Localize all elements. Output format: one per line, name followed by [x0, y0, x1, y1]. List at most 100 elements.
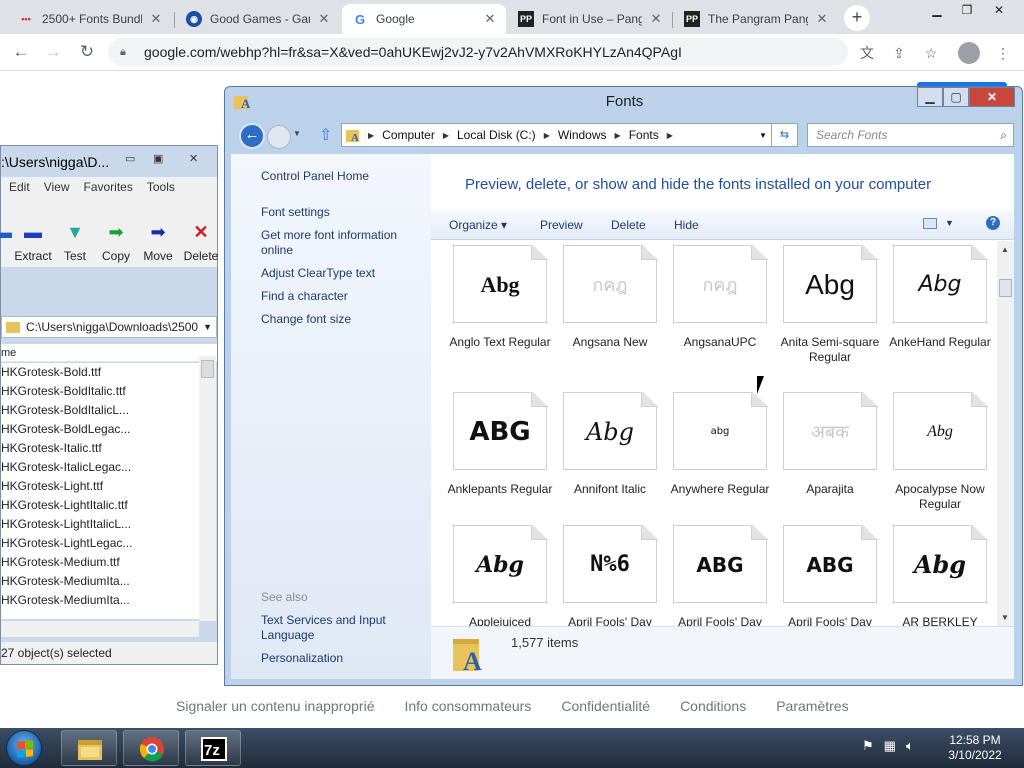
- footer-link-terms[interactable]: Conditions: [680, 698, 746, 714]
- scroll-up-icon[interactable]: ▲: [1001, 245, 1009, 254]
- forward-arrow-icon[interactable]: [267, 125, 291, 149]
- profile-avatar[interactable]: [958, 42, 980, 64]
- font-tile[interactable]: abg Anywhere Regular: [665, 392, 775, 532]
- font-tile[interactable]: N%6 April Fools' Day: [555, 525, 665, 626]
- close-tab-icon[interactable]: ✕: [814, 11, 830, 27]
- list-item[interactable]: HKGrotesk-BoldLegac...: [1, 420, 199, 439]
- link-text-services[interactable]: Text Services and Input Language: [261, 613, 421, 643]
- font-tile[interactable]: ABG Anklepants Regular: [445, 392, 555, 532]
- font-tile[interactable]: Abg Annifont Italic: [555, 392, 665, 532]
- close-tab-icon[interactable]: ✕: [316, 11, 332, 27]
- font-tile[interactable]: Abg Anita Semi-square Regular: [775, 245, 885, 385]
- chevron-down-icon[interactable]: ▼: [293, 129, 301, 138]
- link-control-panel-home[interactable]: Control Panel Home: [261, 169, 421, 184]
- close-tab-icon[interactable]: ✕: [148, 11, 164, 27]
- share-icon[interactable]: ⇪: [888, 42, 910, 64]
- change-view-icon[interactable]: [923, 218, 937, 229]
- list-item[interactable]: HKGrotesk-MediumIta...: [1, 591, 199, 610]
- organize-button[interactable]: Organize ▾: [449, 218, 507, 232]
- font-tile[interactable]: กคฎ Angsana New: [555, 245, 665, 385]
- breadcrumb-separator[interactable]: ▶: [615, 131, 621, 140]
- list-item[interactable]: HKGrotesk-MediumIta...: [1, 572, 199, 591]
- link-font-settings[interactable]: Font settings: [261, 205, 421, 220]
- list-item[interactable]: HKGrotesk-LightLegac...: [1, 534, 199, 553]
- tab-font-in-use[interactable]: PP Font in Use – Pang ✕: [508, 4, 672, 34]
- breadcrumb-fonts[interactable]: Fonts: [629, 128, 659, 142]
- footer-link-consumer-info[interactable]: Info consommateurs: [404, 698, 531, 714]
- menu-tools[interactable]: Tools: [147, 180, 175, 194]
- list-item[interactable]: HKGrotesk-ItalicLegac...: [1, 458, 199, 477]
- vertical-scrollbar[interactable]: [199, 356, 216, 621]
- list-item[interactable]: HKGrotesk-LightItalic.ttf: [1, 496, 199, 515]
- restore-icon[interactable]: ❐: [952, 0, 982, 20]
- link-cleartype[interactable]: Adjust ClearType text: [261, 266, 421, 281]
- link-personalization[interactable]: Personalization: [261, 651, 421, 666]
- font-tile[interactable]: Abg Apocalypse Now Regular: [885, 392, 995, 532]
- list-item[interactable]: HKGrotesk-Medium.ttf: [1, 553, 199, 572]
- minimize-icon[interactable]: ▁: [922, 0, 952, 20]
- list-item[interactable]: HKGrotesk-BoldItalic.ttf: [1, 382, 199, 401]
- extract-button[interactable]: ▬ Extract: [13, 221, 53, 263]
- link-find-character[interactable]: Find a character: [261, 289, 421, 304]
- copy-button[interactable]: ➡ Copy: [99, 221, 133, 263]
- list-item[interactable]: HKGrotesk-Light.ttf: [1, 477, 199, 496]
- font-tile[interactable]: ABG April Fools' Day: [665, 525, 775, 626]
- scroll-thumb[interactable]: [999, 279, 1012, 297]
- hide-button[interactable]: Hide: [674, 218, 699, 232]
- tab-fonts-bundle[interactable]: ••• 2500+ Fonts Bundl ✕: [8, 4, 172, 34]
- forward-arrow-icon[interactable]: →: [42, 42, 64, 64]
- address-bar[interactable]: A ▶ Computer ▶ Local Disk (C:) ▶ Windows…: [341, 123, 772, 147]
- list-item[interactable]: HKGrotesk-BoldItalicL...: [1, 401, 199, 420]
- breadcrumb-separator[interactable]: ▶: [667, 131, 673, 140]
- reload-icon[interactable]: ↻: [76, 42, 98, 64]
- back-arrow-icon[interactable]: ←: [10, 42, 32, 64]
- breadcrumb-windows[interactable]: Windows: [558, 128, 607, 142]
- menu-favorites[interactable]: Favorites: [83, 180, 132, 194]
- action-center-flag-icon[interactable]: ⚑: [862, 738, 874, 758]
- font-tile[interactable]: Abg AR BERKLEY: [885, 525, 995, 626]
- vertical-scrollbar[interactable]: ▲ ▼: [997, 241, 1014, 626]
- move-button[interactable]: ➡ Move: [141, 221, 175, 263]
- close-tab-icon[interactable]: ✕: [482, 11, 498, 27]
- path-combobox[interactable]: C:\Users\nigga\Downloads\2500 ▼: [1, 316, 217, 338]
- search-input[interactable]: Search Fonts ⌕: [807, 123, 1014, 147]
- close-icon[interactable]: ✕: [189, 152, 198, 165]
- column-header-name[interactable]: me: [1, 344, 217, 362]
- tab-google[interactable]: G Google ✕: [342, 4, 506, 34]
- preview-button[interactable]: Preview: [540, 218, 583, 232]
- test-button[interactable]: ▼ Test: [59, 221, 91, 263]
- translate-icon[interactable]: 文: [856, 42, 878, 64]
- list-item[interactable]: HKGrotesk-LightItalicL...: [1, 515, 199, 534]
- close-tab-icon[interactable]: ✕: [648, 11, 664, 27]
- delete-button[interactable]: Delete: [611, 218, 646, 232]
- link-change-font-size[interactable]: Change font size: [261, 312, 421, 327]
- chevron-down-icon[interactable]: ▼: [945, 218, 954, 228]
- search-icon[interactable]: ⌕: [1000, 124, 1007, 146]
- maximize-icon[interactable]: ▢: [943, 87, 969, 107]
- breadcrumb-separator[interactable]: ▶: [368, 131, 374, 140]
- minimize-icon[interactable]: ▭: [125, 152, 135, 165]
- scroll-thumb[interactable]: [201, 360, 214, 378]
- font-tile[interactable]: กคฎ AngsanaUPC: [665, 245, 775, 385]
- menu-dots-icon[interactable]: ⋮: [992, 42, 1014, 64]
- delete-button[interactable]: ✕ Delete: [181, 221, 221, 263]
- maximize-icon[interactable]: ▣: [153, 152, 163, 165]
- back-arrow-icon[interactable]: ←: [239, 123, 265, 149]
- tab-good-games[interactable]: ◉ Good Games - Gar ✕: [176, 4, 340, 34]
- scroll-down-icon[interactable]: ▼: [1001, 613, 1009, 622]
- menu-edit[interactable]: Edit: [9, 180, 30, 194]
- breadcrumb-local-disk[interactable]: Local Disk (C:): [457, 128, 536, 142]
- link-more-font-info[interactable]: Get more font information online: [261, 228, 421, 258]
- add-button[interactable]: ▬: [0, 221, 13, 249]
- chevron-down-icon[interactable]: ▼: [203, 322, 212, 332]
- footer-link-settings[interactable]: Paramètres: [776, 698, 848, 714]
- network-icon[interactable]: ▦: [884, 738, 896, 758]
- list-item[interactable]: HKGrotesk-Bold.ttf: [1, 363, 199, 382]
- chevron-down-icon[interactable]: ▼: [755, 131, 771, 140]
- breadcrumb-separator[interactable]: ▶: [443, 131, 449, 140]
- volume-icon[interactable]: 🔈︎: [906, 738, 914, 758]
- refresh-icon[interactable]: ⇆: [772, 123, 798, 147]
- breadcrumb-computer[interactable]: Computer: [382, 128, 435, 142]
- font-tile[interactable]: Abg Applejuiced: [445, 525, 555, 626]
- up-arrow-icon[interactable]: ⇧: [319, 125, 332, 145]
